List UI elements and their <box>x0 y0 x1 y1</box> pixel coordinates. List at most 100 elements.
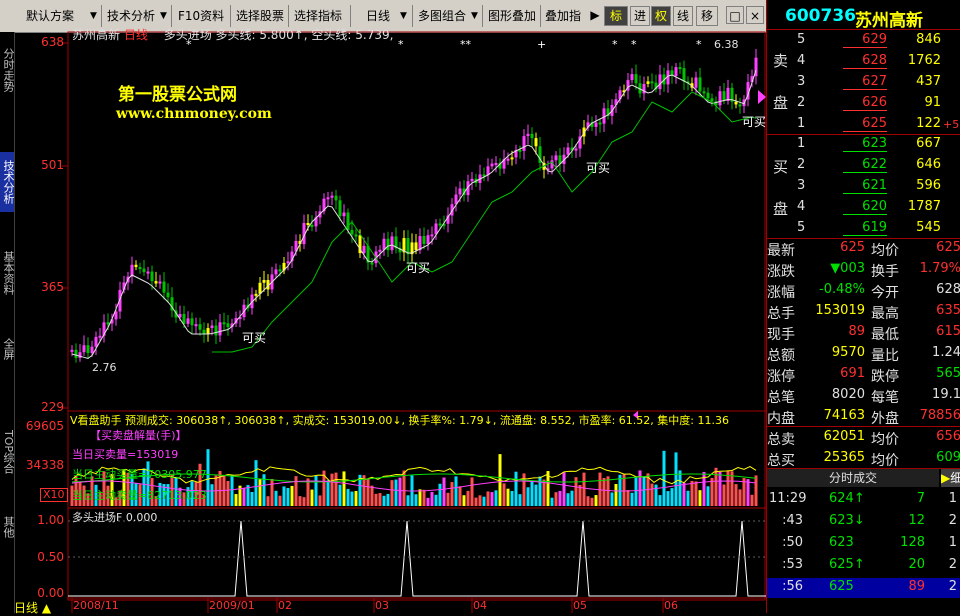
trade-volume: 7 <box>916 491 925 506</box>
volume-bar <box>506 488 510 506</box>
volume-bar <box>654 484 658 506</box>
sell-price: 626 <box>843 95 887 111</box>
indicator3-header: 多头进场F 0.000 <box>72 511 158 524</box>
indicator-header: 多头进场 多头线: 5.800↑, 空头线: 5.739, <box>163 28 394 42</box>
volume-bar <box>470 477 474 506</box>
volume-bar <box>490 492 494 506</box>
buy-volume: 1787 <box>907 199 941 214</box>
buy-volume: 667 <box>916 136 941 151</box>
stat-label: 总额 <box>767 348 795 364</box>
volume-bar <box>234 494 238 506</box>
volume-bar <box>598 472 602 506</box>
x-label: 05 <box>573 599 587 612</box>
volume-bar <box>450 482 454 506</box>
volume-bar <box>634 476 638 506</box>
ind-y-0: 0.00 <box>37 586 64 600</box>
volume-bar <box>606 476 610 506</box>
volume-subtitle: 【买卖盘解量(手)】 <box>90 429 187 442</box>
volume-bar <box>458 486 462 506</box>
x-label: 03 <box>375 599 389 612</box>
vol-y-label-top: 69605 <box>25 419 64 433</box>
trade-time: :43 <box>782 513 803 528</box>
volume-bar <box>750 494 754 506</box>
volume-bar <box>266 496 270 506</box>
y-label-mid2: 365 <box>41 280 64 294</box>
x-label: 2008/11 <box>73 599 119 612</box>
buy-price: 619 <box>843 220 887 236</box>
trade-volume: 20 <box>908 557 925 572</box>
stat-label: 换手 <box>871 264 899 280</box>
volume-bar <box>678 470 682 506</box>
trade-detail-button[interactable]: ▶细 <box>941 469 960 487</box>
x-label: 06 <box>664 599 678 612</box>
volume-bar <box>306 478 310 506</box>
volume-bar <box>226 480 230 506</box>
buy-volume: 646 <box>916 157 941 172</box>
volume-bar <box>286 487 290 506</box>
stat-value: 74163 <box>823 408 865 423</box>
chart-header: 苏州高新 日线 多头进场 多头线: 5.800↑, 空头线: 5.739, <box>72 26 393 43</box>
volume-bar <box>610 492 614 506</box>
volume-bar <box>346 488 350 506</box>
stat-label: 现手 <box>767 327 795 343</box>
volume-bar <box>642 476 646 506</box>
volume-bar <box>706 486 710 506</box>
volume-bar <box>446 492 450 506</box>
ind-y-05: 0.50 <box>37 550 64 564</box>
sell-level: 3 <box>797 74 806 89</box>
volume-bar <box>630 492 634 506</box>
volume-bar <box>618 474 622 506</box>
bottom-period-tab[interactable]: 日线 ▲ <box>14 599 51 616</box>
stat-value: 565 <box>936 366 960 381</box>
buy-level: 5 <box>797 220 806 235</box>
vol-y-label-mid: 34338 <box>25 458 64 472</box>
buy-price: 622 <box>843 157 887 173</box>
stat-label: 最低 <box>871 327 899 343</box>
stat-value: 625 <box>936 240 960 255</box>
sell-label-1: 卖 <box>773 52 789 70</box>
total-label: 总卖 <box>767 432 795 448</box>
stat-label: 外盘 <box>871 411 899 427</box>
detail-label: 细 <box>950 471 960 485</box>
volume-bar <box>626 490 630 506</box>
volume-bar <box>474 497 478 506</box>
volume-bar <box>682 482 686 506</box>
volume-header: V看盘助手 预测成交: 306038↑, 306038↑, 实成交: 15301… <box>70 414 729 427</box>
watermark-title: 第一股票公式网 <box>118 85 237 105</box>
volume-bar <box>650 483 654 506</box>
stock-name-header: 苏州高新 <box>855 11 923 31</box>
volume-bar <box>542 479 546 506</box>
volume-bar <box>566 493 570 506</box>
volume-bar <box>562 472 566 506</box>
volume-bar <box>602 478 606 506</box>
sell-change: +50 <box>943 118 960 131</box>
watermark-url: www.chnmoney.com <box>116 106 272 122</box>
signal-line <box>68 520 766 597</box>
volume-bar <box>298 496 302 506</box>
volume-bar <box>462 495 466 506</box>
volume-bar <box>534 484 538 506</box>
volume-bar <box>754 475 758 506</box>
volume-bar <box>326 480 330 506</box>
volume-bar <box>278 495 282 506</box>
stat-label: 涨停 <box>767 369 795 385</box>
sell-volume: 846 <box>916 32 941 47</box>
plus-marker: + <box>537 38 546 51</box>
volume-bar <box>370 485 374 506</box>
star-marker: * <box>398 38 404 51</box>
volume-bar <box>554 492 558 506</box>
volume-bar <box>290 485 294 506</box>
trade-tab[interactable]: 分时成交 <box>767 469 939 487</box>
total-value: 25365 <box>823 450 865 465</box>
stat-label: 最高 <box>871 306 899 322</box>
stat-value: ▼003 <box>830 261 865 276</box>
stat-label: 每笔 <box>871 390 899 406</box>
stat-value: -0.48% <box>819 282 865 297</box>
volume-bar <box>270 478 274 506</box>
volume-bar <box>210 484 214 506</box>
trade-time: 11:29 <box>769 491 807 506</box>
volume-bar <box>314 475 318 506</box>
stat-value: 635 <box>936 303 960 318</box>
volume-bar <box>294 476 298 506</box>
sell-volume: 1762 <box>907 53 941 68</box>
